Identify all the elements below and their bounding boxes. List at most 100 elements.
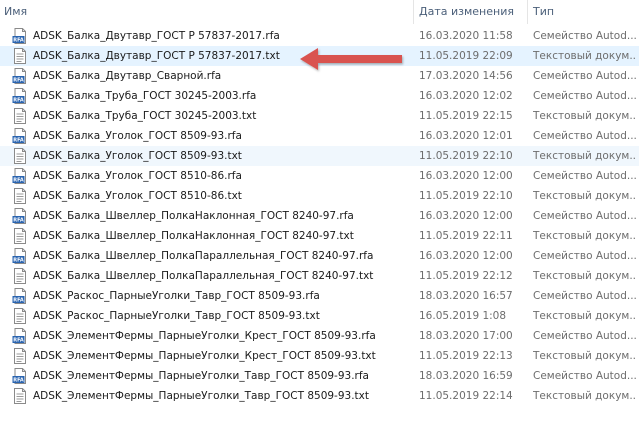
file-date: 11.05.2019 22:13 (419, 350, 513, 362)
file-name: ADSK_Балка_Труба_ГОСТ 30245-2003.rfa (33, 90, 257, 102)
file-date: 16.03.2020 11:58 (419, 30, 513, 42)
svg-text:RFA: RFA (13, 378, 24, 384)
file-name: ADSK_Балка_Двутавр_ГОСТ Р 57837-2017.rfa (33, 30, 280, 42)
file-row[interactable]: RFA ADSK_ЭлементФермы_ПарныеУголки_Тавр_Г… (0, 366, 639, 386)
file-name: ADSK_ЭлементФермы_ПарныеУголки_Тавр_ГОСТ… (33, 370, 369, 382)
svg-text:RFA: RFA (13, 298, 24, 304)
file-row[interactable]: ADSK_ЭлементФермы_ПарныеУголки_Тавр_ГОСТ… (0, 386, 639, 406)
file-type: Семейство Autod... (533, 250, 637, 262)
svg-text:RFA: RFA (13, 38, 24, 44)
txt-file-icon (12, 148, 28, 164)
column-header-date[interactable]: Дата изменения (419, 0, 514, 24)
file-name: ADSK_Балка_Уголок_ГОСТ 8509-93.txt (33, 150, 242, 162)
txt-file-icon (12, 108, 28, 124)
file-name: ADSK_Балка_Уголок_ГОСТ 8510-86.rfa (33, 170, 242, 182)
file-date: 16.03.2020 12:02 (419, 90, 513, 102)
file-type: Текстовый докум... (533, 390, 637, 402)
file-row[interactable]: ADSK_Балка_Труба_ГОСТ 30245-2003.txt 11.0… (0, 106, 639, 126)
file-date: 18.03.2020 16:57 (419, 290, 513, 302)
column-separator[interactable] (413, 0, 414, 24)
file-type: Семейство Autod... (533, 370, 637, 382)
file-type: Семейство Autod... (533, 170, 637, 182)
file-row[interactable]: RFA ADSK_ЭлементФермы_ПарныеУголки_Крест_… (0, 326, 639, 346)
file-name: ADSK_Балка_Швеллер_ПолкаНаклонная_ГОСТ 8… (33, 210, 354, 222)
txt-file-icon (12, 348, 28, 364)
file-date: 16.03.2020 12:00 (419, 250, 513, 262)
rfa-file-icon: RFA (12, 368, 28, 384)
file-row[interactable]: ADSK_Балка_Швеллер_ПолкаПараллельная_ГОС… (0, 266, 639, 286)
file-date: 16.03.2020 12:00 (419, 210, 513, 222)
file-date: 16.05.2019 1:08 (419, 310, 507, 322)
file-row[interactable]: ADSK_Балка_Уголок_ГОСТ 8509-93.txt 11.05.… (0, 146, 639, 166)
file-type: Семейство Autod... (533, 70, 637, 82)
file-name: ADSK_ЭлементФермы_ПарныеУголки_Тавр_ГОСТ… (33, 390, 369, 402)
rfa-file-icon: RFA (12, 68, 28, 84)
txt-file-icon (12, 268, 28, 284)
file-row[interactable]: ADSK_Балка_Уголок_ГОСТ 8510-86.txt 11.05.… (0, 186, 639, 206)
file-type: Семейство Autod... (533, 210, 637, 222)
rfa-file-icon: RFA (12, 288, 28, 304)
file-name: ADSK_Балка_Уголок_ГОСТ 8510-86.txt (33, 190, 242, 202)
file-row[interactable]: RFA ADSK_Балка_Уголок_ГОСТ 8509-93.rfa 16.… (0, 126, 639, 146)
file-row[interactable]: RFA ADSK_Балка_Уголок_ГОСТ 8510-86.rfa 16.… (0, 166, 639, 186)
column-header-name[interactable]: Имя (4, 0, 27, 24)
file-name: ADSK_Балка_Уголок_ГОСТ 8509-93.rfa (33, 130, 242, 142)
file-row[interactable]: RFA ADSK_Раскос_ПарныеУголки_Тавр_ГОСТ 85… (0, 286, 639, 306)
file-name: ADSK_Балка_Швеллер_ПолкаПараллельная_ГОС… (33, 250, 374, 262)
file-row[interactable]: ADSK_ЭлементФермы_ПарныеУголки_Крест_ГОС… (0, 346, 639, 366)
file-name: ADSK_ЭлементФермы_ПарныеУголки_Крест_ГОС… (33, 330, 376, 342)
file-name: ADSK_Балка_Труба_ГОСТ 30245-2003.txt (33, 110, 257, 122)
file-date: 11.05.2019 22:12 (419, 270, 513, 282)
file-type: Текстовый докум... (533, 350, 637, 362)
file-date: 11.05.2019 22:15 (419, 110, 513, 122)
file-type: Семейство Autod... (533, 330, 637, 342)
file-list: RFA ADSK_Балка_Двутавр_ГОСТ Р 57837-2017.… (0, 26, 639, 406)
file-type: Семейство Autod... (533, 30, 637, 42)
file-type: Текстовый докум... (533, 310, 637, 322)
file-row[interactable]: RFA ADSK_Балка_Труба_ГОСТ 30245-2003.rfa 1… (0, 86, 639, 106)
file-date: 17.03.2020 14:56 (419, 70, 513, 82)
file-date: 11.05.2019 22:10 (419, 190, 513, 202)
file-type: Семейство Autod... (533, 90, 637, 102)
file-date: 16.03.2020 12:01 (419, 130, 513, 142)
red-arrow-annotation (300, 48, 402, 70)
column-header-bar: Имя Дата изменения Тип (0, 0, 639, 24)
file-type: Семейство Autod... (533, 290, 637, 302)
txt-file-icon (12, 308, 28, 324)
column-separator[interactable] (527, 0, 528, 24)
file-row[interactable]: RFA ADSK_Балка_Двутавр_ГОСТ Р 57837-2017.… (0, 26, 639, 46)
file-row[interactable]: ADSK_Раскос_ПарныеУголки_Тавр_ГОСТ 8509-… (0, 306, 639, 326)
column-header-type[interactable]: Тип (533, 0, 554, 24)
svg-text:RFA: RFA (13, 178, 24, 184)
file-name: ADSK_ЭлементФермы_ПарныеУголки_Крест_ГОС… (33, 350, 376, 362)
file-row[interactable]: RFA ADSK_Балка_Швеллер_ПолкаПараллельная_… (0, 246, 639, 266)
rfa-file-icon: RFA (12, 128, 28, 144)
svg-text:RFA: RFA (13, 338, 24, 344)
file-name: ADSK_Балка_Швеллер_ПолкаНаклонная_ГОСТ 8… (33, 230, 354, 242)
file-date: 11.05.2019 22:09 (419, 50, 513, 62)
file-row[interactable]: ADSK_Балка_Швеллер_ПолкаНаклонная_ГОСТ 8… (0, 226, 639, 246)
file-name: ADSK_Балка_Двутавр_ГОСТ Р 57837-2017.txt (33, 50, 280, 62)
rfa-file-icon: RFA (12, 88, 28, 104)
svg-text:RFA: RFA (13, 258, 24, 264)
file-date: 11.05.2019 22:10 (419, 150, 513, 162)
txt-file-icon (12, 228, 28, 244)
file-date: 18.03.2020 16:59 (419, 370, 513, 382)
file-type: Текстовый докум... (533, 270, 637, 282)
file-name: ADSK_Балка_Двутавр_Сварной.rfa (33, 70, 222, 82)
file-date: 18.03.2020 17:00 (419, 330, 513, 342)
file-name: ADSK_Раскос_ПарныеУголки_Тавр_ГОСТ 8509-… (33, 290, 320, 302)
file-type: Текстовый докум... (533, 150, 637, 162)
rfa-file-icon: RFA (12, 328, 28, 344)
file-name: ADSK_Балка_Швеллер_ПолкаПараллельная_ГОС… (33, 270, 374, 282)
file-date: 11.05.2019 22:11 (419, 230, 513, 242)
file-row[interactable]: RFA ADSK_Балка_Швеллер_ПолкаНаклонная_ГОС… (0, 206, 639, 226)
file-date: 11.05.2019 22:14 (419, 390, 513, 402)
svg-text:RFA: RFA (13, 98, 24, 104)
rfa-file-icon: RFA (12, 208, 28, 224)
file-type: Текстовый докум... (533, 190, 637, 202)
txt-file-icon (12, 48, 28, 64)
svg-text:RFA: RFA (13, 138, 24, 144)
file-name: ADSK_Раскос_ПарныеУголки_Тавр_ГОСТ 8509-… (33, 310, 320, 322)
file-type: Текстовый докум... (533, 50, 637, 62)
